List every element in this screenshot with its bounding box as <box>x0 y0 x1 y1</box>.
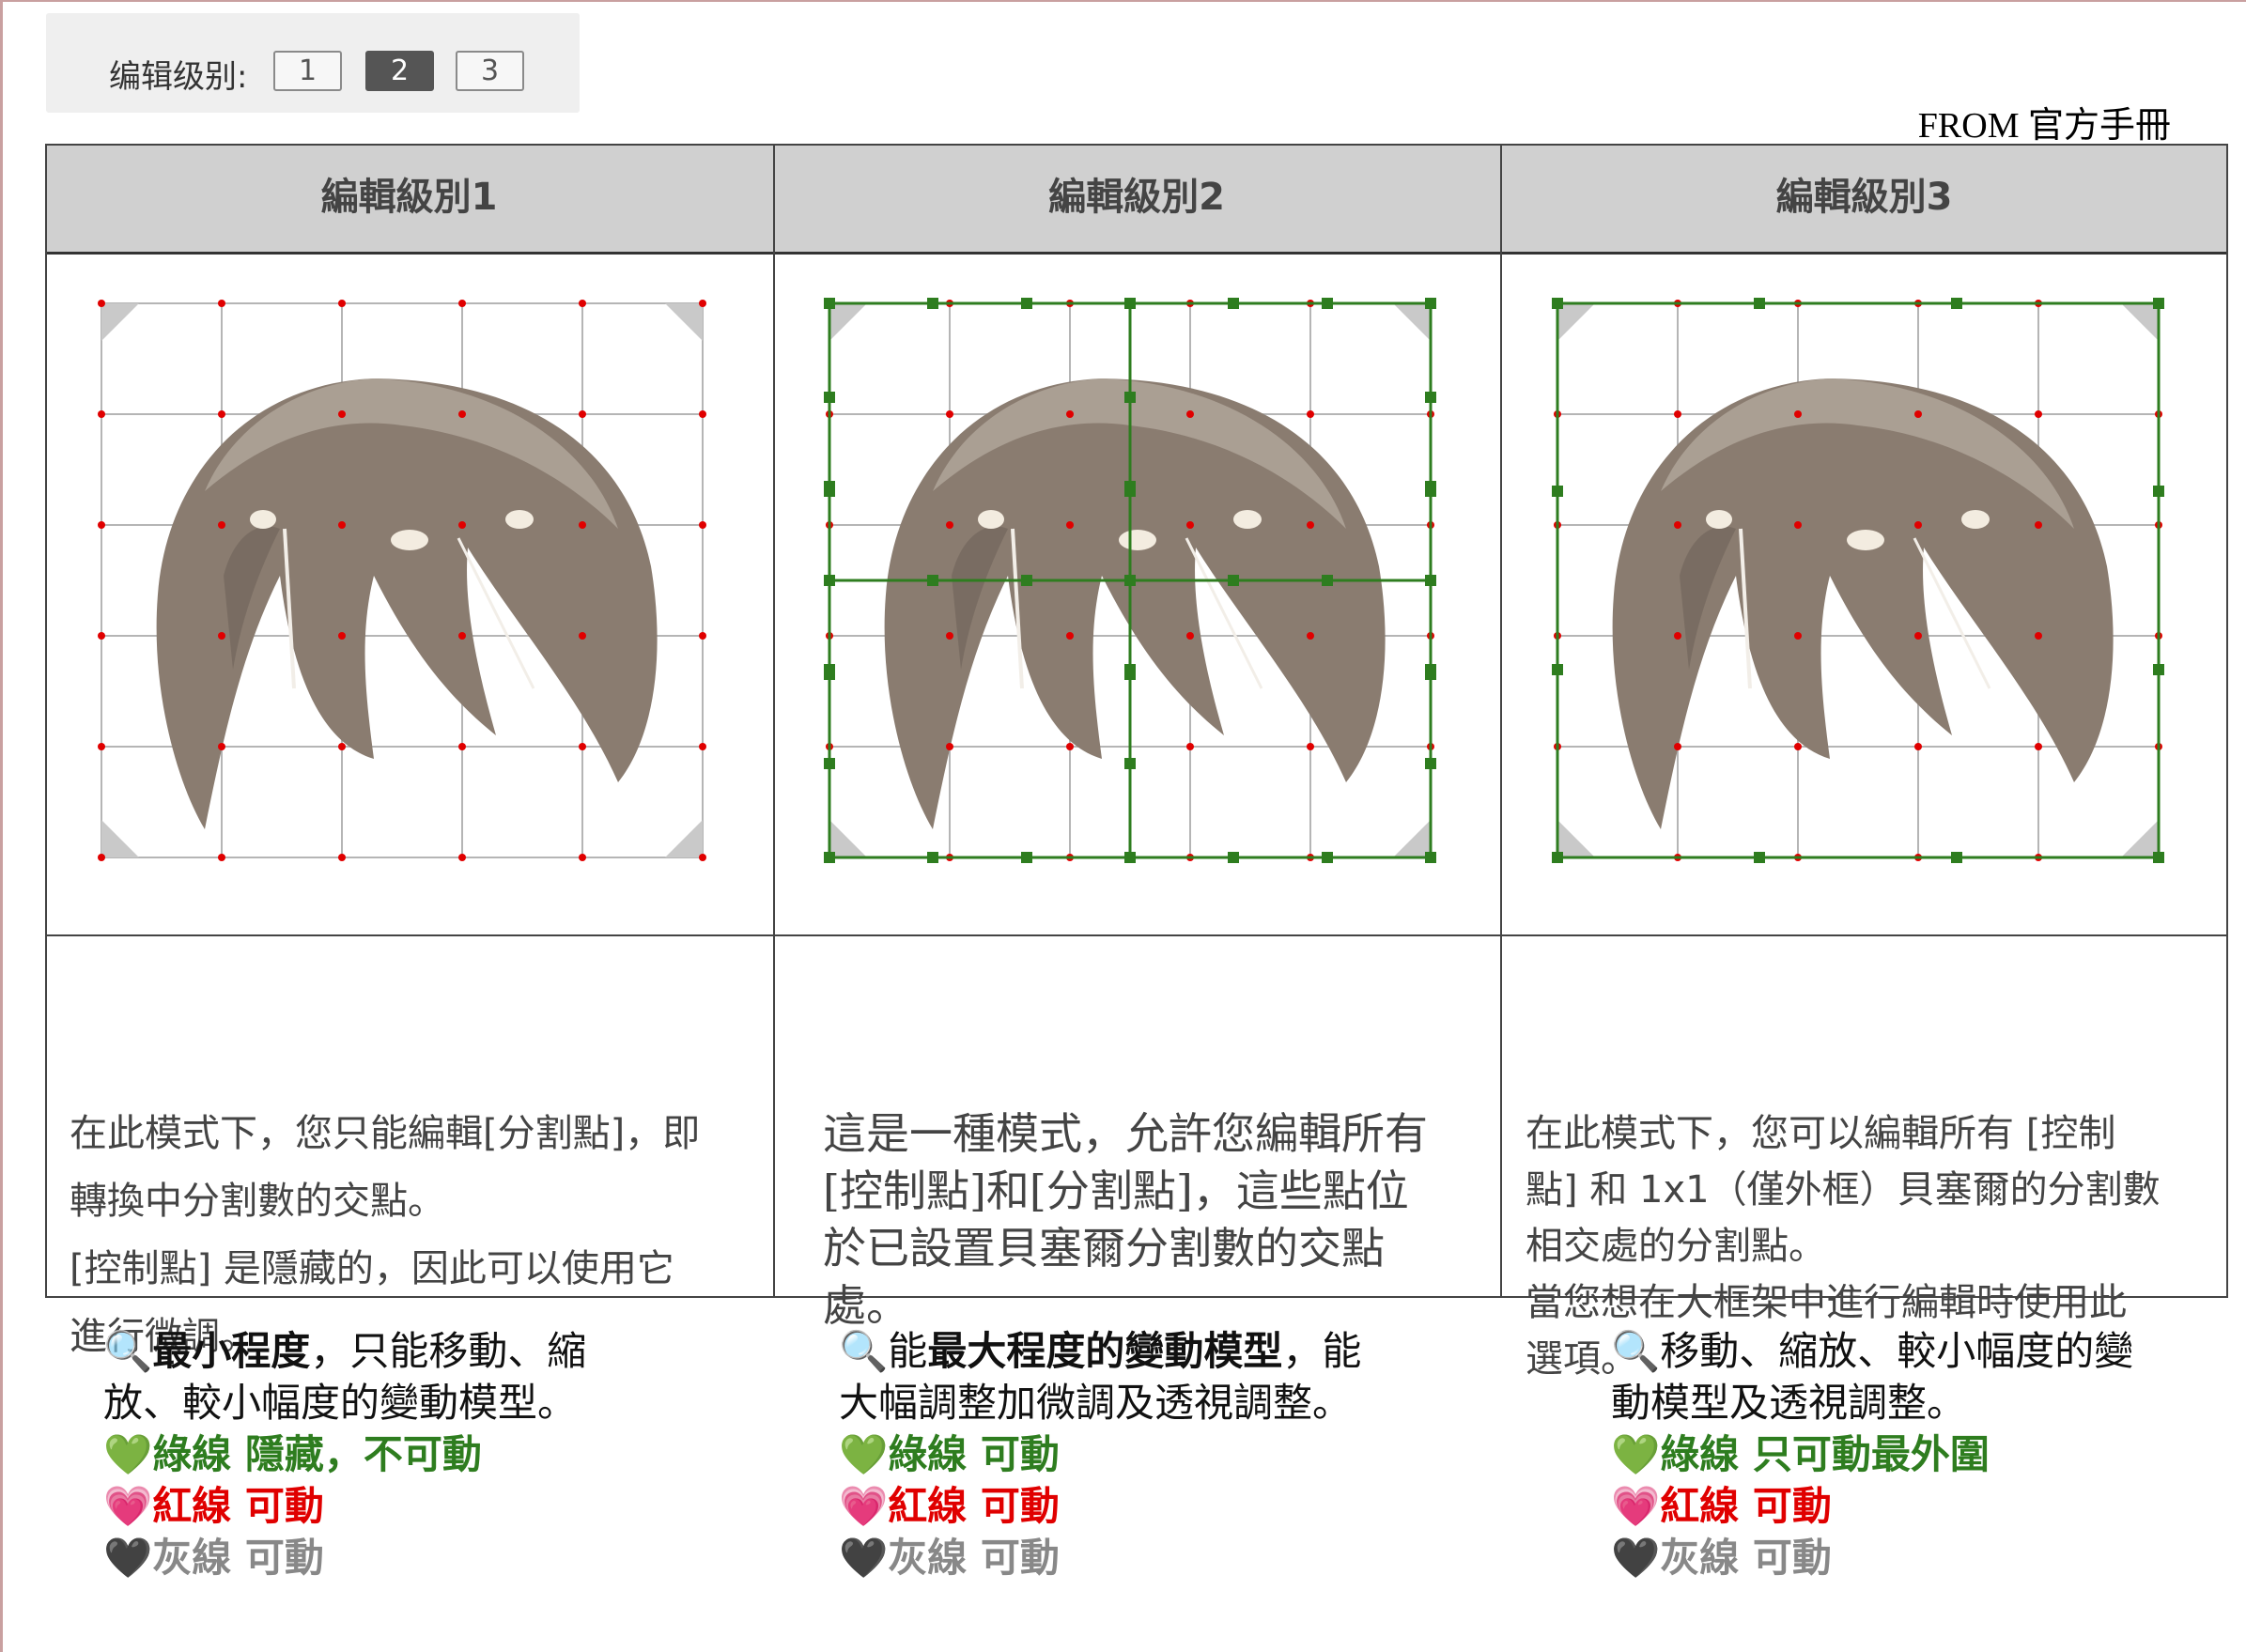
magnifier-icon: 🔍 <box>839 1328 889 1374</box>
note-text: 放、較小幅度的變動模型。 <box>103 1380 578 1426</box>
green-heart-icon: 💚 <box>103 1431 153 1477</box>
note-bold: 最大程度的變動模型 <box>927 1328 1283 1374</box>
pink-heart-icon: 💗 <box>839 1483 889 1529</box>
edit-level-2-button[interactable]: 2 <box>365 51 434 91</box>
edit-level-table: 編輯級別1 編輯級別2 編輯級別3 在此模式下，您只能編輯[分割點]，即 轉換中… <box>45 144 2228 1381</box>
red-line-status: 紅線 可動 <box>152 1483 324 1529</box>
gray-line-status: 灰線 可動 <box>888 1535 1060 1581</box>
page-edge-top <box>0 0 2246 2</box>
note-level-2: 🔍能最大程度的變動模型，能 大幅調整加微調及透視調整。 💚綠線 可動 💗紅線 可… <box>839 1325 1361 1583</box>
pink-heart-icon: 💗 <box>1611 1483 1661 1529</box>
note-text: ，只能移動、縮 <box>310 1328 587 1374</box>
red-line-status: 紅線 可動 <box>1660 1483 1832 1529</box>
magnifier-icon: 🔍 <box>103 1328 153 1374</box>
note-text: 大幅調整加微調及透視調整。 <box>839 1380 1353 1426</box>
note-text: 動模型及透視調整。 <box>1611 1380 1967 1426</box>
table-border <box>45 144 2228 1298</box>
green-line-status: 綠線 可動 <box>888 1431 1060 1477</box>
black-heart-icon: 🖤 <box>839 1535 889 1581</box>
note-level-3: 🔍移動、縮放、較小幅度的變 動模型及透視調整。 💚綠線 只可動最外圍 💗紅線 可… <box>1611 1325 2133 1583</box>
black-heart-icon: 🖤 <box>103 1535 153 1581</box>
green-line-status: 綠線 只可動最外圍 <box>1660 1431 1990 1477</box>
edit-level-1-button[interactable]: 1 <box>273 51 342 91</box>
note-text: ，能 <box>1282 1328 1362 1374</box>
green-heart-icon: 💚 <box>1611 1431 1661 1477</box>
green-heart-icon: 💚 <box>839 1431 889 1477</box>
edit-level-label: 编辑级别: <box>109 58 248 96</box>
gray-line-status: 灰線 可動 <box>152 1535 324 1581</box>
note-text: 移動、縮放、較小幅度的變 <box>1660 1328 2134 1374</box>
source-note: FROM 官方手冊 <box>1917 106 2171 146</box>
pink-heart-icon: 💗 <box>103 1483 153 1529</box>
black-heart-icon: 🖤 <box>1611 1535 1661 1581</box>
red-line-status: 紅線 可動 <box>888 1483 1060 1529</box>
note-text: 能 <box>888 1328 928 1374</box>
edit-level-3-button[interactable]: 3 <box>456 51 524 91</box>
page-edge-left <box>0 0 3 1652</box>
green-line-status: 綠線 隱藏，不可動 <box>152 1431 482 1477</box>
gray-line-status: 灰線 可動 <box>1660 1535 1832 1581</box>
note-bold: 最小程度 <box>152 1328 311 1374</box>
note-level-1: 🔍最小程度，只能移動、縮 放、較小幅度的變動模型。 💚綠線 隱藏，不可動 💗紅線… <box>103 1325 586 1583</box>
magnifier-icon: 🔍 <box>1611 1328 1661 1374</box>
edit-level-toolbar: 编辑级别: 1 2 3 <box>46 13 580 113</box>
